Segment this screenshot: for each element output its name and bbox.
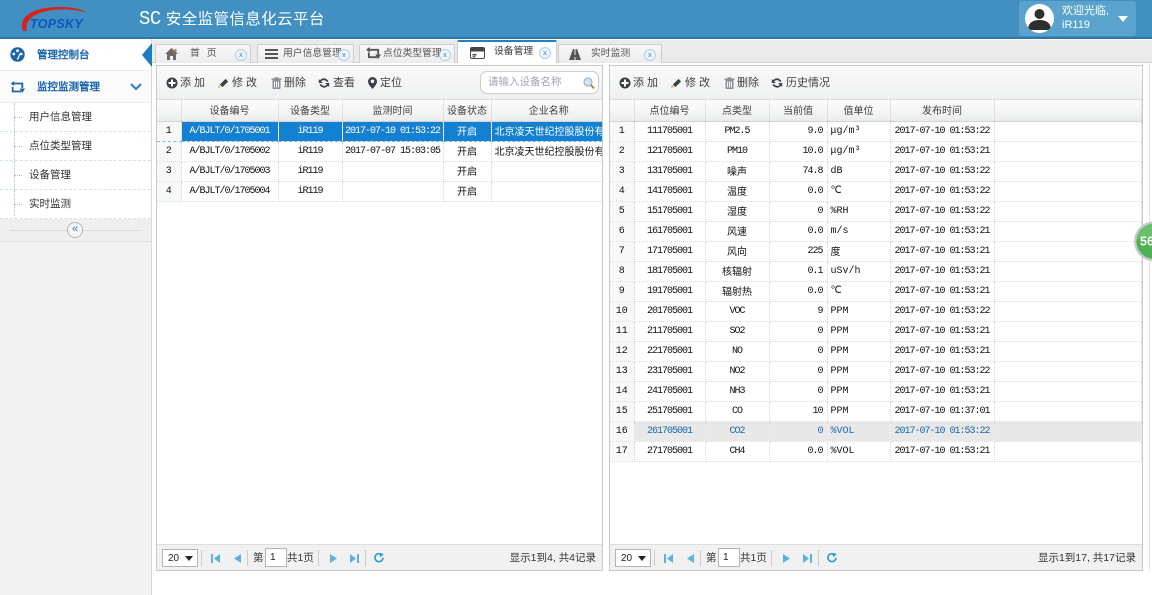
svg-text:56: 56	[1140, 235, 1152, 249]
svg-text:TOPSKY: TOPSKY	[30, 17, 84, 31]
